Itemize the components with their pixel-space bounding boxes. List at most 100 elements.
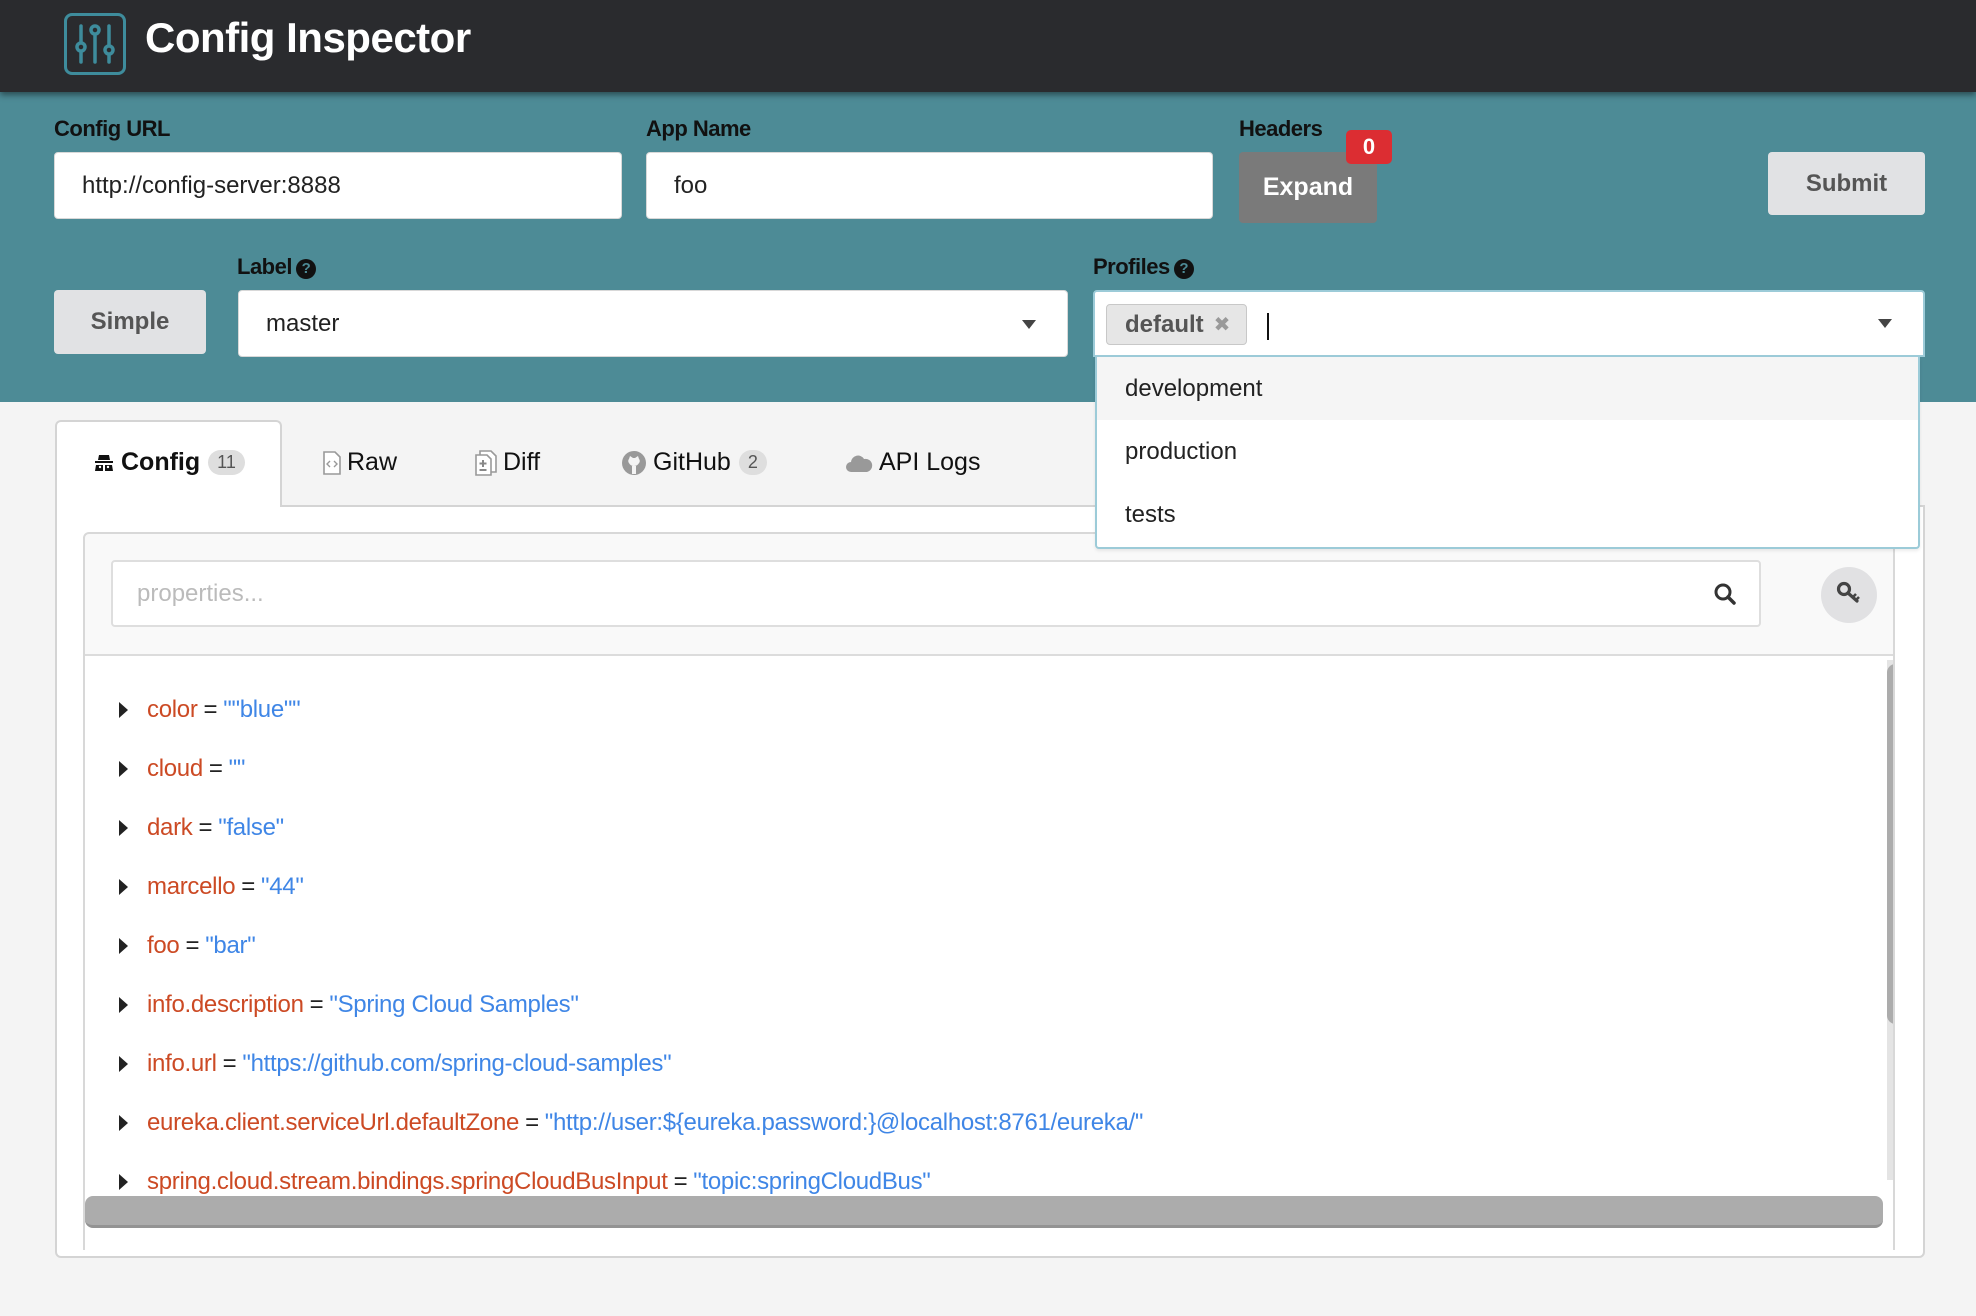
submit-button[interactable]: Submit xyxy=(1768,152,1925,215)
property-row[interactable]: info.url = "https://github.com/spring-clou… xyxy=(119,1044,672,1084)
property-value: "44" xyxy=(261,873,304,900)
equals-sign: = xyxy=(309,991,324,1018)
profiles-label-text: Profiles xyxy=(1093,254,1170,279)
equals-sign: = xyxy=(525,1109,539,1136)
app-name-value: foo xyxy=(674,171,708,199)
app-name-label: App Name xyxy=(646,116,751,141)
property-row[interactable]: info.description = "Spring Cloud Samples" xyxy=(119,985,579,1025)
property-list: color = ""blue"" cloud = "" dark = "false" mar… xyxy=(85,654,1893,1250)
equals-sign: = xyxy=(198,814,213,841)
property-value: "bar" xyxy=(205,932,256,959)
label-field-text: Label xyxy=(237,254,292,279)
property-key: cloud xyxy=(147,755,203,782)
property-value: "" xyxy=(228,755,246,782)
profiles-multiselect[interactable]: default ✖ xyxy=(1093,290,1925,357)
equals-sign: = xyxy=(241,873,256,900)
property-value: "http://user:${eureka.password:}@localho… xyxy=(544,1109,1144,1136)
user-secret-icon xyxy=(93,452,115,474)
tab-api-logs[interactable]: API Logs xyxy=(845,420,980,505)
property-value: "Spring Cloud Samples" xyxy=(329,991,579,1018)
property-key: dark xyxy=(147,814,193,841)
github-icon xyxy=(621,450,647,476)
caret-right-icon[interactable] xyxy=(119,938,128,954)
file-code-icon xyxy=(323,450,341,475)
label-select[interactable]: master xyxy=(238,290,1068,357)
app-header: Config Inspector xyxy=(0,0,1976,92)
tab-panel-config: color=""blue"" cloud="" dark="false" mar… xyxy=(55,505,1925,1258)
property-row[interactable]: dark = "false" xyxy=(119,808,284,848)
caret-right-icon[interactable] xyxy=(119,820,128,836)
property-value: "topic:springCloudBus" xyxy=(693,1168,931,1195)
equals-sign: = xyxy=(185,932,200,959)
times-icon[interactable]: ✖ xyxy=(1214,312,1231,337)
horizontal-scrollbar-thumb[interactable] xyxy=(85,1196,1883,1228)
property-key: info.description xyxy=(147,991,304,1018)
caret-right-icon[interactable] xyxy=(119,1174,128,1190)
label-select-value: master xyxy=(266,309,340,337)
headers-count-badge: 0 xyxy=(1346,130,1392,164)
property-key: color xyxy=(147,696,198,723)
tab-label: Config xyxy=(121,448,201,476)
label-field-label: Label? xyxy=(237,254,316,280)
property-row[interactable]: cloud = "" xyxy=(119,749,245,789)
caret-right-icon[interactable] xyxy=(119,879,128,895)
property-row[interactable]: color = ""blue"" xyxy=(119,690,301,730)
config-url-label: Config URL xyxy=(54,116,170,141)
chevron-down-icon[interactable] xyxy=(1022,320,1036,329)
text-cursor xyxy=(1267,313,1269,340)
caret-right-icon[interactable] xyxy=(119,702,128,718)
property-key: marcello xyxy=(147,873,236,900)
search-icon[interactable] xyxy=(1713,582,1737,611)
tab-raw[interactable]: Raw xyxy=(323,420,397,505)
equals-sign: = xyxy=(673,1168,688,1195)
tab-label: GitHub xyxy=(653,448,731,476)
property-row[interactable]: marcello = "44" xyxy=(119,867,304,907)
vertical-scrollbar-thumb[interactable] xyxy=(1887,664,1893,1024)
tab-label: Raw xyxy=(347,448,398,476)
tab-github[interactable]: GitHub 2 xyxy=(621,420,767,505)
property-row[interactable]: foo = "bar" xyxy=(119,926,256,966)
profile-tag-label: default xyxy=(1125,310,1204,338)
chevron-down-icon[interactable] xyxy=(1878,319,1892,328)
property-key: info.url xyxy=(147,1050,217,1077)
property-value: ""blue"" xyxy=(223,696,301,723)
property-key: foo xyxy=(147,932,180,959)
caret-right-icon[interactable] xyxy=(119,761,128,777)
app-title: Config Inspector xyxy=(145,14,471,61)
property-search[interactable] xyxy=(111,560,1761,627)
property-value: "https://github.com/spring-cloud-samples… xyxy=(242,1050,672,1077)
property-search-input[interactable] xyxy=(137,576,1687,612)
headers-label: Headers xyxy=(1239,116,1323,141)
profile-option-development[interactable]: development xyxy=(1097,357,1918,420)
profiles-dropdown: development production tests xyxy=(1095,357,1920,549)
key-filter-button[interactable] xyxy=(1821,567,1877,623)
equals-sign: = xyxy=(203,696,218,723)
key-icon xyxy=(1835,579,1863,612)
tab-label: Diff xyxy=(503,448,541,476)
config-panel: color=""blue"" cloud="" dark="false" mar… xyxy=(83,532,1895,1250)
sliders-icon xyxy=(64,13,126,75)
tab-label: API Logs xyxy=(879,448,981,476)
simple-mode-button[interactable]: Simple xyxy=(54,290,206,354)
tab-diff[interactable]: Diff xyxy=(475,420,540,505)
property-row[interactable]: eureka.client.serviceUrl.defaultZone = "ht… xyxy=(119,1103,1143,1143)
profiles-label: Profiles? xyxy=(1093,254,1194,280)
caret-right-icon[interactable] xyxy=(119,1115,128,1131)
profile-option-production[interactable]: production xyxy=(1097,420,1918,483)
property-key: spring.cloud.stream.bindings.springCloud… xyxy=(147,1168,668,1195)
caret-right-icon[interactable] xyxy=(119,1056,128,1072)
github-count-badge: 2 xyxy=(738,450,767,475)
profile-option-tests[interactable]: tests xyxy=(1097,483,1918,546)
profile-tag-default: default ✖ xyxy=(1106,304,1248,345)
question-circle-icon[interactable]: ? xyxy=(1173,259,1194,279)
cloud-icon xyxy=(845,453,873,473)
config-url-input[interactable]: http://config-server:8888 xyxy=(54,152,622,219)
equals-sign: = xyxy=(208,755,223,782)
property-value: "false" xyxy=(218,814,284,841)
config-count-badge: 11 xyxy=(208,450,245,475)
caret-right-icon[interactable] xyxy=(119,997,128,1013)
tab-config-label[interactable]: Config 11 xyxy=(93,420,245,505)
question-circle-icon[interactable]: ? xyxy=(295,259,316,279)
app-name-input[interactable]: foo xyxy=(646,152,1213,219)
equals-sign: = xyxy=(222,1050,237,1077)
